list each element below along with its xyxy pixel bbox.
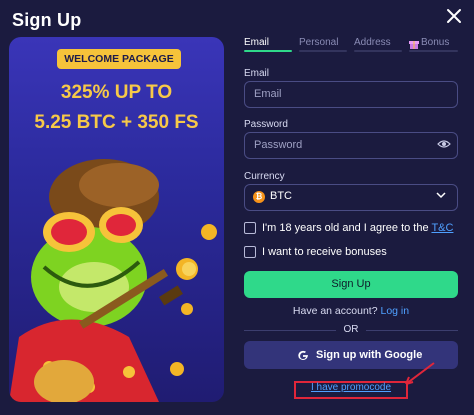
email-field[interactable]: Email xyxy=(244,81,458,108)
step-progress-email xyxy=(244,50,292,52)
or-divider: OR xyxy=(244,324,458,336)
bonuses-label: I want to receive bonuses xyxy=(262,246,387,258)
promo-headline-line1: 325% UP TO xyxy=(60,82,173,103)
terms-text: I'm 18 years old and I agree to the xyxy=(262,222,429,234)
divider-line-right xyxy=(366,330,458,331)
step-progress-bonus xyxy=(409,50,458,52)
step-bonus[interactable]: Bonus xyxy=(421,37,449,48)
step-personal[interactable]: Personal xyxy=(299,37,338,48)
password-field[interactable]: Password xyxy=(244,132,458,159)
eye-icon[interactable] xyxy=(437,138,451,150)
bitcoin-icon: ₿ xyxy=(253,191,265,203)
step-progress-address xyxy=(354,50,402,52)
or-text: OR xyxy=(343,324,359,335)
promo-headline-line2: 5.25 BTC + 350 FS xyxy=(34,112,199,133)
step-progress-personal xyxy=(299,50,347,52)
gift-icon xyxy=(409,36,419,49)
chevron-down-icon xyxy=(436,192,446,199)
google-icon xyxy=(298,350,308,360)
promo-panel: WELCOME PACKAGE 325% UP TO 5.25 BTC + 35… xyxy=(9,37,224,402)
promo-badge: WELCOME PACKAGE xyxy=(57,49,181,69)
email-label: Email xyxy=(244,68,270,79)
terms-label: I'm 18 years old and I agree to the T&C xyxy=(262,222,453,234)
annotation-arrow-icon xyxy=(405,362,435,385)
frog-mascot-illustration xyxy=(9,159,217,402)
have-account-text: Have an account? xyxy=(292,305,378,317)
signup-button[interactable]: Sign Up xyxy=(244,271,458,298)
step-email[interactable]: Email xyxy=(244,37,269,48)
close-icon[interactable] xyxy=(444,6,464,26)
currency-value: BTC xyxy=(270,190,292,202)
divider-line-left xyxy=(244,330,336,331)
terms-checkbox[interactable] xyxy=(244,222,256,234)
password-label: Password xyxy=(244,119,288,130)
terms-link[interactable]: T&C xyxy=(431,222,453,234)
step-address[interactable]: Address xyxy=(354,37,391,48)
modal-title: Sign Up xyxy=(12,10,82,30)
bonuses-checkbox[interactable] xyxy=(244,246,256,258)
currency-label: Currency xyxy=(244,171,285,182)
have-account-row: Have an account? Log in xyxy=(244,305,458,317)
login-link[interactable]: Log in xyxy=(380,305,409,317)
promocode-link[interactable]: I have promocode xyxy=(294,382,408,393)
